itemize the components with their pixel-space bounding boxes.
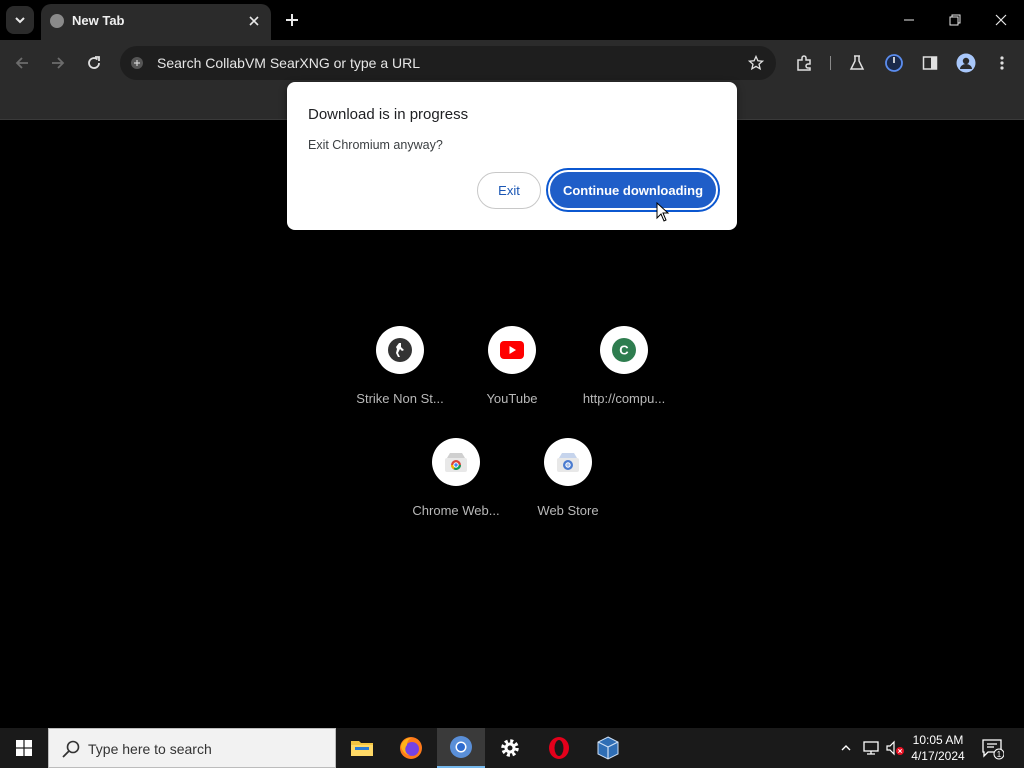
opera-button[interactable]	[535, 728, 583, 768]
chevron-up-icon	[841, 745, 851, 751]
reload-icon	[88, 56, 100, 69]
shortcut-tile[interactable]: Strike Non St...	[344, 326, 456, 426]
browser-toolbar: Search CollabVM SearXNG or type a URL	[0, 40, 1024, 86]
minimize-icon	[904, 19, 914, 21]
settings-button[interactable]	[486, 728, 534, 768]
arrow-left-icon	[15, 57, 28, 69]
letter-c-icon: C	[600, 326, 648, 374]
dialog-message: Exit Chromium anyway?	[308, 138, 443, 152]
gear-icon	[501, 739, 519, 757]
svg-text:1: 1	[997, 750, 1002, 759]
search-icon	[62, 740, 80, 758]
exit-button[interactable]: Exit	[477, 172, 541, 209]
chromium-icon	[450, 736, 472, 758]
file-explorer-button[interactable]	[338, 728, 386, 768]
restore-icon	[949, 14, 961, 26]
notification-icon: 1	[982, 739, 1005, 760]
shortcut-label: YouTube	[486, 391, 538, 406]
performance-button[interactable]	[880, 49, 908, 77]
shortcut-tile[interactable]: YouTube	[456, 326, 568, 426]
shortcut-tile[interactable]: C http://compu...	[568, 326, 680, 426]
menu-button[interactable]	[988, 49, 1016, 77]
volume-muted-icon	[886, 740, 904, 756]
chromium-button[interactable]	[437, 728, 485, 768]
shortcut-tile[interactable]: Web Store	[512, 438, 624, 538]
taskbar-search-placeholder: Type here to search	[88, 741, 212, 757]
labs-button[interactable]	[843, 49, 871, 77]
web-store-icon	[544, 438, 592, 486]
minimize-button[interactable]	[886, 0, 932, 40]
tab-close-button[interactable]	[245, 12, 263, 30]
shortcut-label: Chrome Web...	[412, 503, 500, 518]
opera-icon	[549, 737, 569, 759]
strike-icon	[376, 326, 424, 374]
volume-button[interactable]	[885, 738, 905, 758]
back-button[interactable]	[8, 49, 36, 77]
dialog-title: Download is in progress	[308, 106, 469, 123]
side-panel-icon	[922, 56, 938, 70]
site-info-icon[interactable]	[128, 54, 146, 72]
shortcut-label: http://compu...	[582, 391, 666, 406]
new-tab-button[interactable]	[280, 8, 304, 32]
toolbar-separator	[830, 56, 831, 70]
virtualbox-icon	[597, 736, 619, 760]
close-icon	[995, 14, 1007, 26]
virtualbox-button[interactable]	[584, 728, 632, 768]
clock-date: 4/17/2024	[911, 749, 965, 763]
clock-time: 10:05 AM	[912, 733, 964, 747]
windows-logo-icon	[16, 740, 32, 756]
taskbar-search-box[interactable]: Type here to search	[48, 728, 336, 768]
close-window-button[interactable]	[978, 0, 1024, 40]
network-button[interactable]	[861, 738, 881, 758]
firefox-icon	[400, 737, 422, 759]
continue-downloading-label: Continue downloading	[550, 172, 716, 208]
bookmark-star-icon[interactable]	[746, 53, 766, 73]
start-button[interactable]	[0, 728, 48, 768]
flask-icon	[849, 55, 865, 70]
omnibox-input[interactable]: Search CollabVM SearXNG or type a URL	[157, 55, 420, 71]
tab-search-button[interactable]	[6, 6, 34, 34]
taskbar: Type here to search 10:05 AM 4/17/2024 1	[0, 728, 1024, 768]
network-icon	[863, 741, 879, 755]
action-center-button[interactable]: 1	[980, 736, 1005, 760]
puzzle-icon	[797, 55, 811, 71]
youtube-icon	[488, 326, 536, 374]
chrome-web-store-icon	[432, 438, 480, 486]
omnibox[interactable]: Search CollabVM SearXNG or type a URL	[120, 46, 776, 80]
firefox-button[interactable]	[387, 728, 435, 768]
gauge-icon	[885, 54, 903, 72]
profile-button[interactable]	[952, 49, 980, 77]
shortcut-tile[interactable]: Chrome Web...	[400, 438, 512, 538]
side-panel-button[interactable]	[916, 49, 944, 77]
tab-strip: New Tab	[0, 0, 1024, 40]
avatar-icon	[956, 53, 976, 73]
restore-button[interactable]	[932, 0, 978, 40]
svg-text:C: C	[619, 343, 629, 358]
extensions-button[interactable]	[790, 49, 818, 77]
shortcut-label: Web Store	[537, 503, 599, 518]
shortcut-label: Strike Non St...	[356, 391, 444, 406]
forward-button[interactable]	[44, 49, 72, 77]
taskbar-clock[interactable]: 10:05 AM 4/17/2024	[906, 732, 970, 764]
close-icon	[249, 16, 259, 26]
plus-icon	[286, 14, 298, 26]
show-hidden-icons-button[interactable]	[836, 738, 856, 758]
arrow-right-icon	[52, 57, 65, 69]
tab-new-tab[interactable]: New Tab	[41, 4, 271, 40]
more-vertical-icon	[1000, 56, 1004, 70]
globe-icon	[50, 14, 64, 28]
folder-icon	[351, 741, 373, 756]
reload-button[interactable]	[80, 49, 108, 77]
mouse-cursor-icon	[656, 202, 670, 222]
chevron-down-icon	[15, 17, 25, 24]
continue-downloading-button[interactable]: Continue downloading	[546, 168, 720, 212]
tab-title: New Tab	[72, 13, 125, 28]
